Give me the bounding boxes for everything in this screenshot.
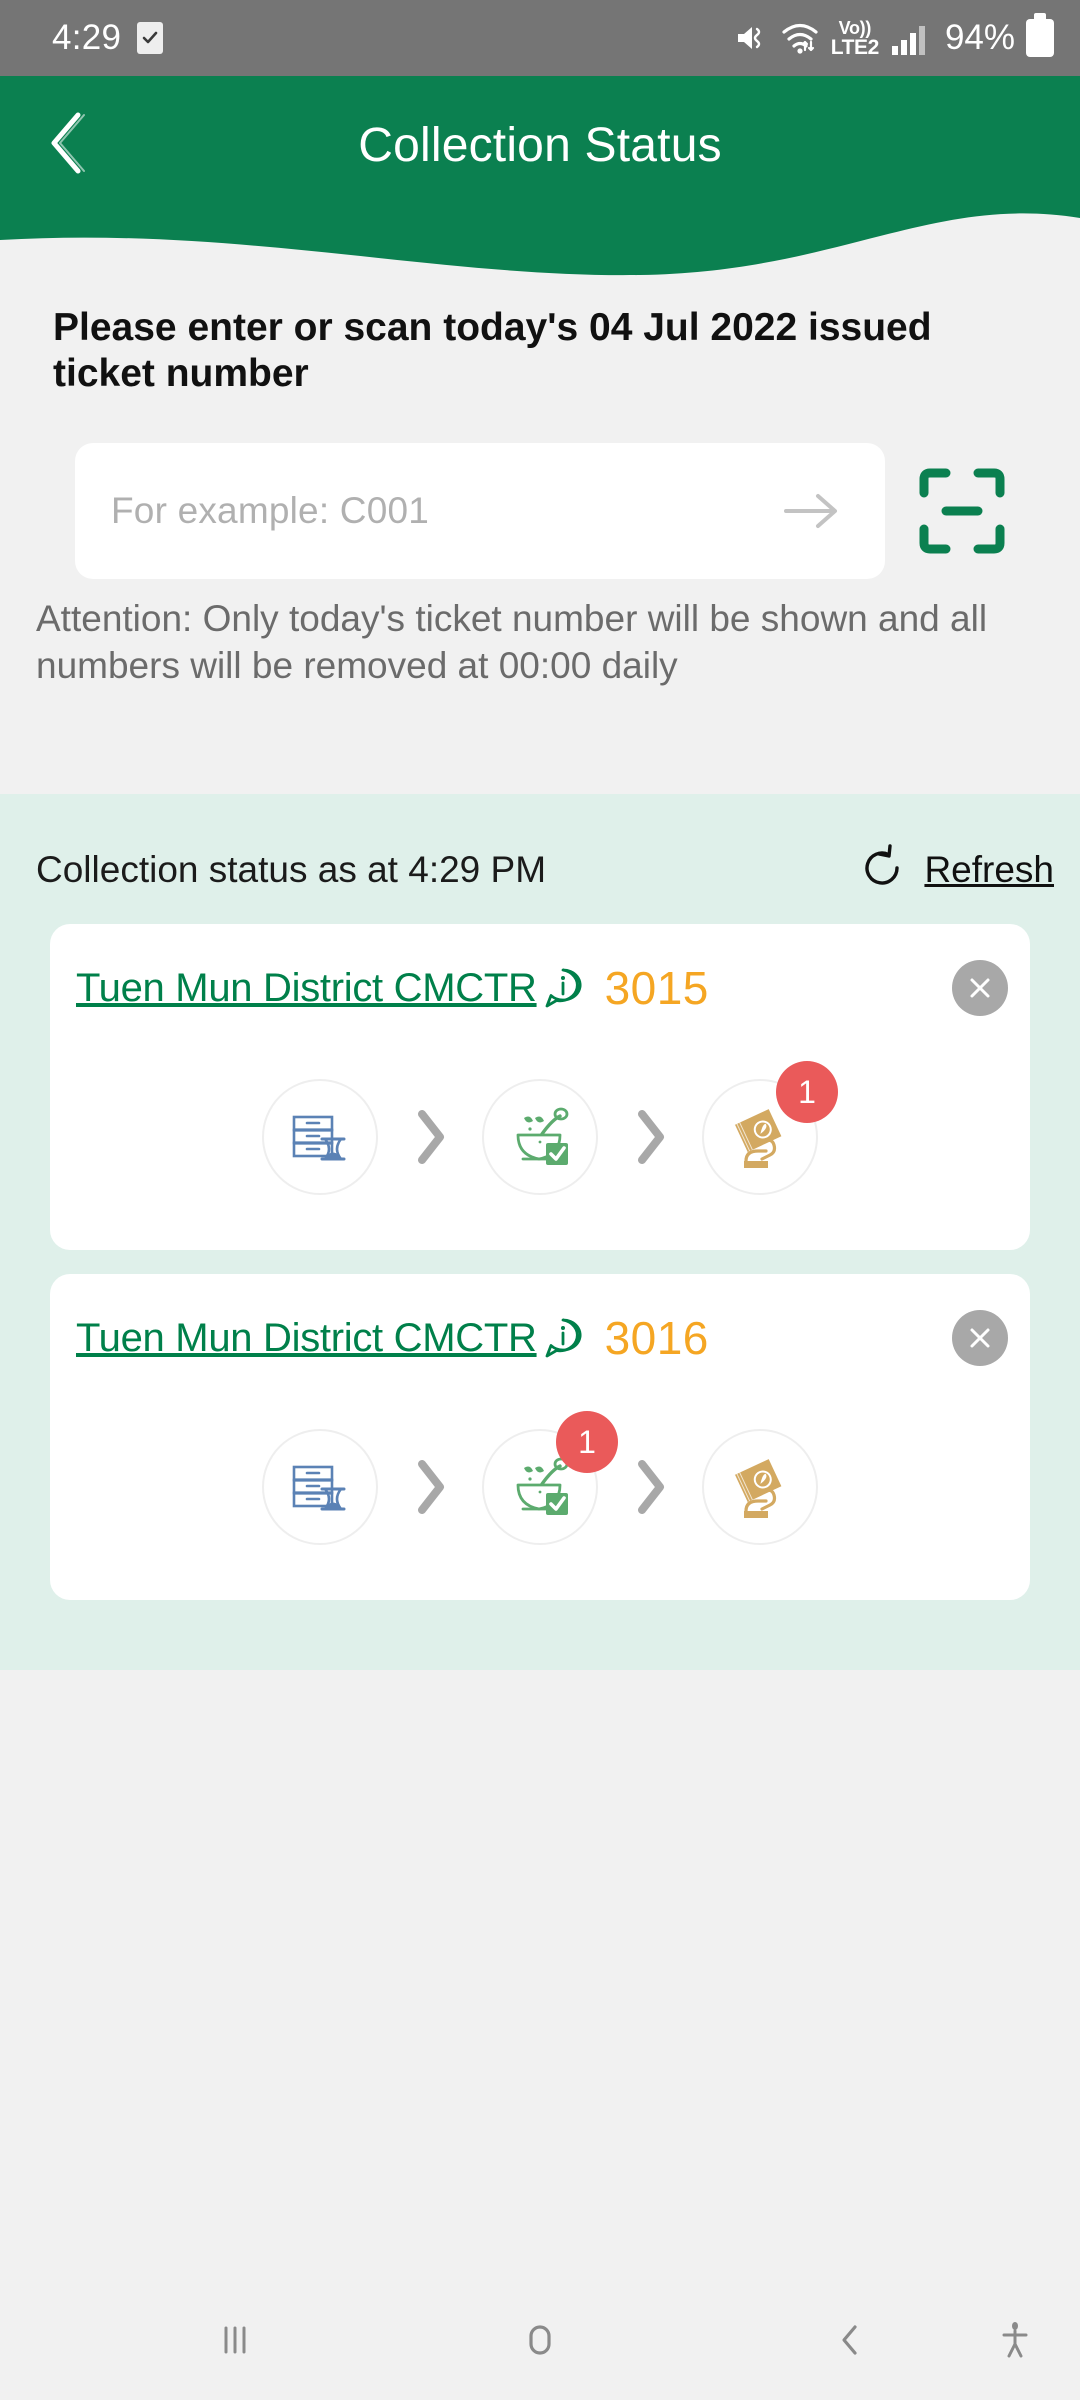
checkbox-icon (137, 22, 164, 54)
registration-drawers-hourglass-icon (292, 1465, 346, 1511)
back-chevron-icon[interactable] (22, 98, 112, 188)
volte-label-top: Vo)) (838, 17, 872, 38)
instruction-text: Please enter or scan today's 04 Jul 2022… (53, 306, 932, 396)
ticket-progress-steps: 1 (50, 1042, 1030, 1232)
recents-icon[interactable] (195, 2300, 275, 2380)
mute-icon (733, 20, 769, 56)
status-clock: 4:29 (52, 18, 122, 57)
ticket-number: 3016 (604, 1312, 709, 1364)
hand-medicine-packet-icon (733, 1459, 782, 1518)
collection-section: Collection status as at 4:29 PM Refresh … (0, 794, 1080, 1670)
mortar-pestle-check-icon (516, 1107, 569, 1165)
ticket-input-row: For example: C001 (75, 443, 1015, 579)
step-separator-icon (598, 1456, 702, 1518)
clinic-name-link[interactable]: Tuen Mun District CMCTR (76, 1316, 537, 1361)
status-bar: 4:29 Vo)) LTE2 94% (0, 0, 1080, 76)
wifi-icon (780, 20, 820, 56)
ticket-input-placeholder: For example: C001 (111, 490, 430, 531)
info-bubble-icon[interactable] (539, 964, 587, 1012)
volte-label-bottom: LTE2 (830, 35, 880, 59)
header-bar: Collection Status (0, 76, 1080, 221)
ticket-card-header: Tuen Mun District CMCTR 3015 (50, 948, 1030, 1028)
ticket-card[interactable]: Tuen Mun District CMCTR 3015 1 (50, 924, 1030, 1250)
battery-icon (1026, 13, 1054, 57)
refresh-button[interactable]: Refresh (856, 842, 1054, 899)
step-badge: 1 (556, 1411, 618, 1473)
back-icon[interactable] (810, 2300, 890, 2380)
clinic-name-link[interactable]: Tuen Mun District CMCTR (76, 966, 537, 1011)
ticket-number: 3015 (604, 962, 709, 1014)
status-bar-right: Vo)) LTE2 94% (733, 13, 1054, 59)
step-preparation[interactable]: 1 (482, 1411, 618, 1545)
signal-icon (890, 20, 934, 56)
refresh-icon (856, 842, 908, 899)
app-screen: 4:29 Vo)) LTE2 94% Collection Status Ple… (0, 0, 1080, 2400)
close-icon[interactable] (952, 960, 1008, 1016)
close-icon[interactable] (952, 1310, 1008, 1366)
step-badge: 1 (776, 1061, 838, 1123)
volte-icon: Vo)) LTE2 (830, 17, 880, 59)
ticket-input-wrapper[interactable]: For example: C001 (75, 443, 885, 579)
home-icon[interactable] (500, 2300, 580, 2380)
step-separator-icon (598, 1106, 702, 1168)
info-bubble-icon[interactable] (539, 1314, 587, 1362)
step-separator-icon (378, 1456, 482, 1518)
status-bar-left: 4:29 (52, 18, 164, 58)
refresh-label: Refresh (924, 849, 1054, 890)
system-navigation-bar (0, 2280, 1080, 2400)
battery-percent: 94% (944, 18, 1015, 57)
registration-drawers-hourglass-icon (292, 1115, 346, 1161)
step-collection[interactable] (702, 1429, 818, 1545)
step-collection[interactable]: 1 (702, 1061, 838, 1195)
ticket-card[interactable]: Tuen Mun District CMCTR 3016 1 (50, 1274, 1030, 1600)
ticket-card-header: Tuen Mun District CMCTR 3016 (50, 1298, 1030, 1378)
scan-frame-icon[interactable] (913, 462, 1011, 560)
attention-text: Attention: Only today's ticket number wi… (36, 598, 988, 687)
step-preparation[interactable] (482, 1079, 598, 1195)
app-header: Collection Status (0, 76, 1080, 286)
accessibility-icon[interactable] (975, 2300, 1055, 2380)
step-registration[interactable] (262, 1429, 378, 1545)
collection-status-label: Collection status as at 4:29 PM (36, 849, 547, 890)
step-registration[interactable] (262, 1079, 378, 1195)
arrow-right-icon[interactable] (775, 474, 849, 548)
step-separator-icon (378, 1106, 482, 1168)
ticket-progress-steps: 1 (50, 1392, 1030, 1582)
collection-header: Collection status as at 4:29 PM Refresh (0, 834, 1080, 906)
page-title: Collection Status (358, 119, 722, 172)
